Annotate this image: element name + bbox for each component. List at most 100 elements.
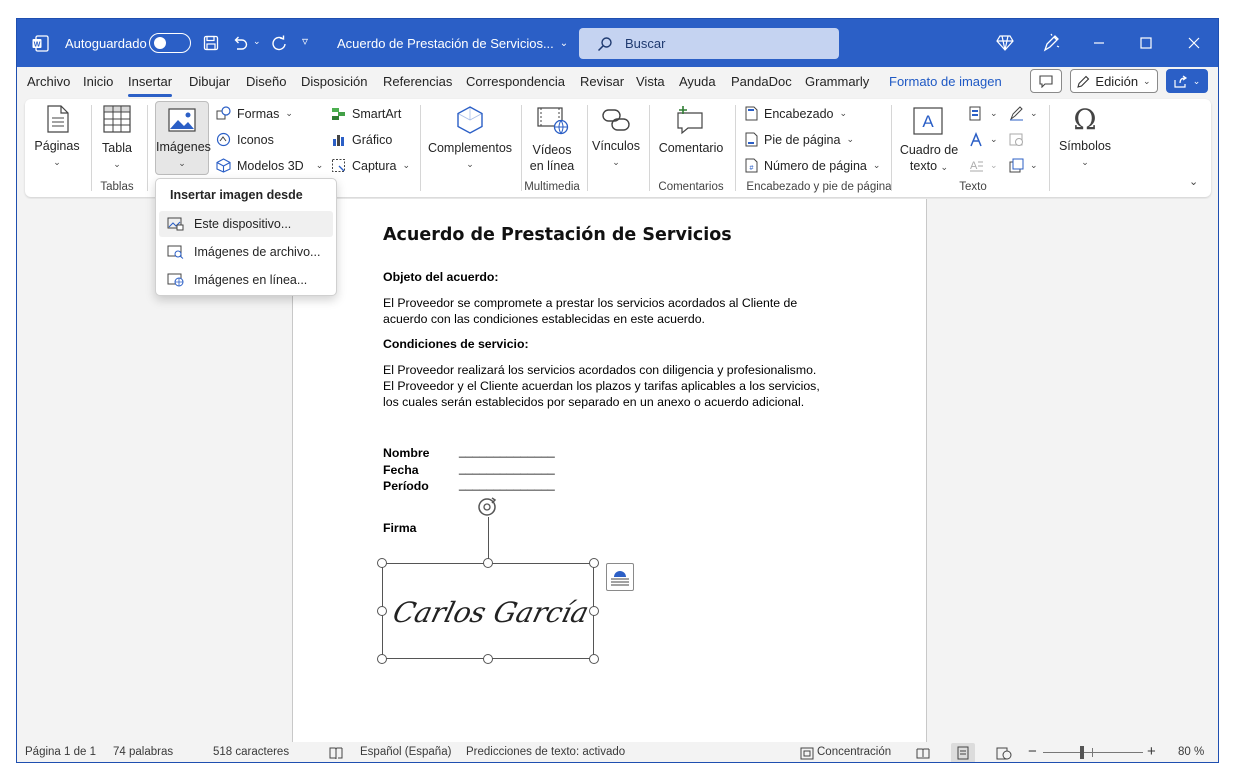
modelos3d-label: Modelos 3D [237, 158, 304, 173]
web-layout-icon[interactable] [996, 747, 1012, 760]
tab-disposicion[interactable]: Disposición [301, 74, 367, 89]
picture-icon [168, 108, 196, 132]
comments-button[interactable] [1030, 69, 1062, 93]
tab-inicio[interactable]: Inicio [83, 74, 113, 89]
layout-options-button[interactable] [606, 563, 634, 591]
proofing-book-icon[interactable] [329, 747, 343, 760]
cuadro-label-line1: Cuadro de [899, 143, 959, 157]
search-box[interactable]: Buscar [579, 28, 839, 59]
field-blank-nombre: ______________ [459, 444, 555, 458]
grafico-button[interactable]: Gráfico [331, 132, 392, 147]
smartart-button[interactable]: SmartArt [331, 106, 401, 121]
vinculos-chevron-icon: ⌄ [612, 157, 620, 167]
print-layout-button[interactable] [951, 743, 975, 762]
zoom-slider-thumb[interactable] [1080, 746, 1084, 759]
document-page[interactable]: Acuerdo de Prestación de Servicios Objet… [292, 199, 927, 742]
iconos-button[interactable]: Iconos [216, 132, 274, 147]
autosave-toggle[interactable] [149, 33, 191, 53]
tab-insertar[interactable]: Insertar [128, 74, 173, 97]
simbolos-button[interactable]: Ω Símbolos ⌄ [1055, 103, 1115, 177]
resize-handle[interactable] [377, 654, 387, 664]
save-icon[interactable] [203, 35, 219, 51]
close-button[interactable] [1171, 19, 1217, 67]
collapse-ribbon-chevron-icon[interactable]: ⌄ [1189, 175, 1198, 188]
paragraph-line: los cuales serán establecidos por separa… [383, 395, 805, 409]
resize-handle[interactable] [589, 606, 599, 616]
zoom-out-button[interactable]: − [1028, 743, 1037, 760]
text-predictions-indicator[interactable]: Predicciones de texto: activado [466, 746, 625, 758]
menu-item-este-dispositivo[interactable]: Este dispositivo... [159, 211, 333, 237]
tab-grammarly[interactable]: Grammarly [805, 74, 869, 89]
pie-de-pagina-button[interactable]: Pie de página ⌄ [745, 132, 854, 147]
customize-toolbar-icon[interactable]: ▿ [302, 34, 308, 48]
vinculos-button[interactable]: Vínculos ⌄ [591, 103, 641, 177]
comentario-button[interactable]: Comentario [655, 103, 727, 177]
tab-referencias[interactable]: Referencias [383, 74, 452, 89]
undo-chevron-icon[interactable]: ⌄ [253, 36, 261, 47]
maximize-button[interactable] [1123, 19, 1169, 67]
undo-icon[interactable] [231, 34, 249, 52]
resize-handle[interactable] [589, 558, 599, 568]
pen-icon[interactable] [1042, 33, 1060, 53]
zoom-slider-track[interactable] [1043, 752, 1143, 753]
tab-pandadoc[interactable]: PandaDoc [731, 74, 792, 89]
resize-handle[interactable] [377, 606, 387, 616]
focus-mode-button[interactable]: Concentración [817, 746, 891, 758]
screenshot-icon [332, 159, 345, 172]
field-blank-fecha: ______________ [459, 461, 555, 475]
word-count[interactable]: 74 palabras [113, 746, 173, 758]
editing-mode-button[interactable]: Edición ⌄ [1070, 69, 1158, 93]
ribbon-separator [1049, 105, 1050, 191]
char-count[interactable]: 518 caracteres [213, 746, 289, 758]
language-indicator[interactable]: Español (España) [360, 746, 451, 758]
drop-cap-button[interactable]: A ⌄ [969, 158, 998, 173]
tab-diseno[interactable]: Diseño [246, 74, 286, 89]
paginas-button[interactable]: Páginas ⌄ [31, 103, 83, 177]
encabezado-button[interactable]: Encabezado ⌄ [745, 106, 847, 121]
tabla-chevron-icon: ⌄ [113, 159, 121, 169]
redo-icon[interactable] [270, 34, 288, 52]
imagenes-button[interactable]: Imágenes ⌄ [155, 101, 211, 175]
tab-dibujar[interactable]: Dibujar [189, 74, 230, 89]
imagenes-chevron-icon: ⌄ [178, 158, 186, 168]
zoom-in-button[interactable]: + [1147, 743, 1156, 760]
page-count[interactable]: Página 1 de 1 [25, 746, 96, 758]
focus-icon[interactable] [800, 747, 814, 760]
menu-item-imagenes-en-linea[interactable]: Imágenes en línea... [159, 267, 333, 293]
tab-formato-de-imagen[interactable]: Formato de imagen [889, 74, 1002, 89]
share-button[interactable]: ⌄ [1166, 69, 1208, 93]
captura-button[interactable]: Captura ⌄ [331, 158, 410, 173]
menu-item-imagenes-de-archivo[interactable]: Imágenes de archivo... [159, 239, 333, 265]
group-label-multimedia: Multimedia [524, 181, 580, 193]
formas-button[interactable]: Formas ⌄ [216, 106, 293, 121]
tab-correspondencia[interactable]: Correspondencia [466, 74, 565, 89]
videos-en-linea-button[interactable]: Vídeos en línea [525, 103, 579, 177]
signature-line-button[interactable]: ⌄ [1009, 106, 1038, 121]
date-time-button[interactable] [1009, 132, 1024, 147]
modelos3d-button[interactable]: Modelos 3D ⌄ [216, 158, 323, 173]
resize-handle[interactable] [483, 558, 493, 568]
tab-revisar[interactable]: Revisar [580, 74, 624, 89]
tabla-button[interactable]: Tabla ⌄ [95, 103, 139, 177]
complementos-chevron-icon: ⌄ [466, 159, 474, 169]
object-button[interactable]: ⌄ [1009, 158, 1038, 173]
numero-de-pagina-button[interactable]: # Número de página ⌄ [745, 158, 880, 173]
diamond-icon[interactable] [996, 34, 1014, 52]
resize-handle[interactable] [377, 558, 387, 568]
rotate-handle-icon[interactable] [475, 495, 499, 519]
zoom-level[interactable]: 80 % [1178, 746, 1204, 758]
tab-archivo[interactable]: Archivo [27, 74, 70, 89]
minimize-button[interactable] [1076, 19, 1122, 67]
tab-vista[interactable]: Vista [636, 74, 665, 89]
read-mode-icon[interactable] [916, 747, 930, 760]
ribbon-separator [735, 105, 736, 191]
document-title[interactable]: Acuerdo de Prestación de Servicios... ⌄ [337, 19, 568, 67]
quick-parts-button[interactable]: ⌄ [969, 106, 998, 121]
resize-handle[interactable] [483, 654, 493, 664]
wordart-button[interactable]: ⌄ [969, 132, 998, 147]
tab-ayuda[interactable]: Ayuda [679, 74, 716, 89]
resize-handle[interactable] [589, 654, 599, 664]
complementos-button[interactable]: Complementos ⌄ [425, 103, 515, 177]
signature-image[interactable]: Carlos García [382, 563, 594, 659]
cuadro-de-texto-button[interactable]: A Cuadro de texto ⌄ [897, 103, 961, 177]
